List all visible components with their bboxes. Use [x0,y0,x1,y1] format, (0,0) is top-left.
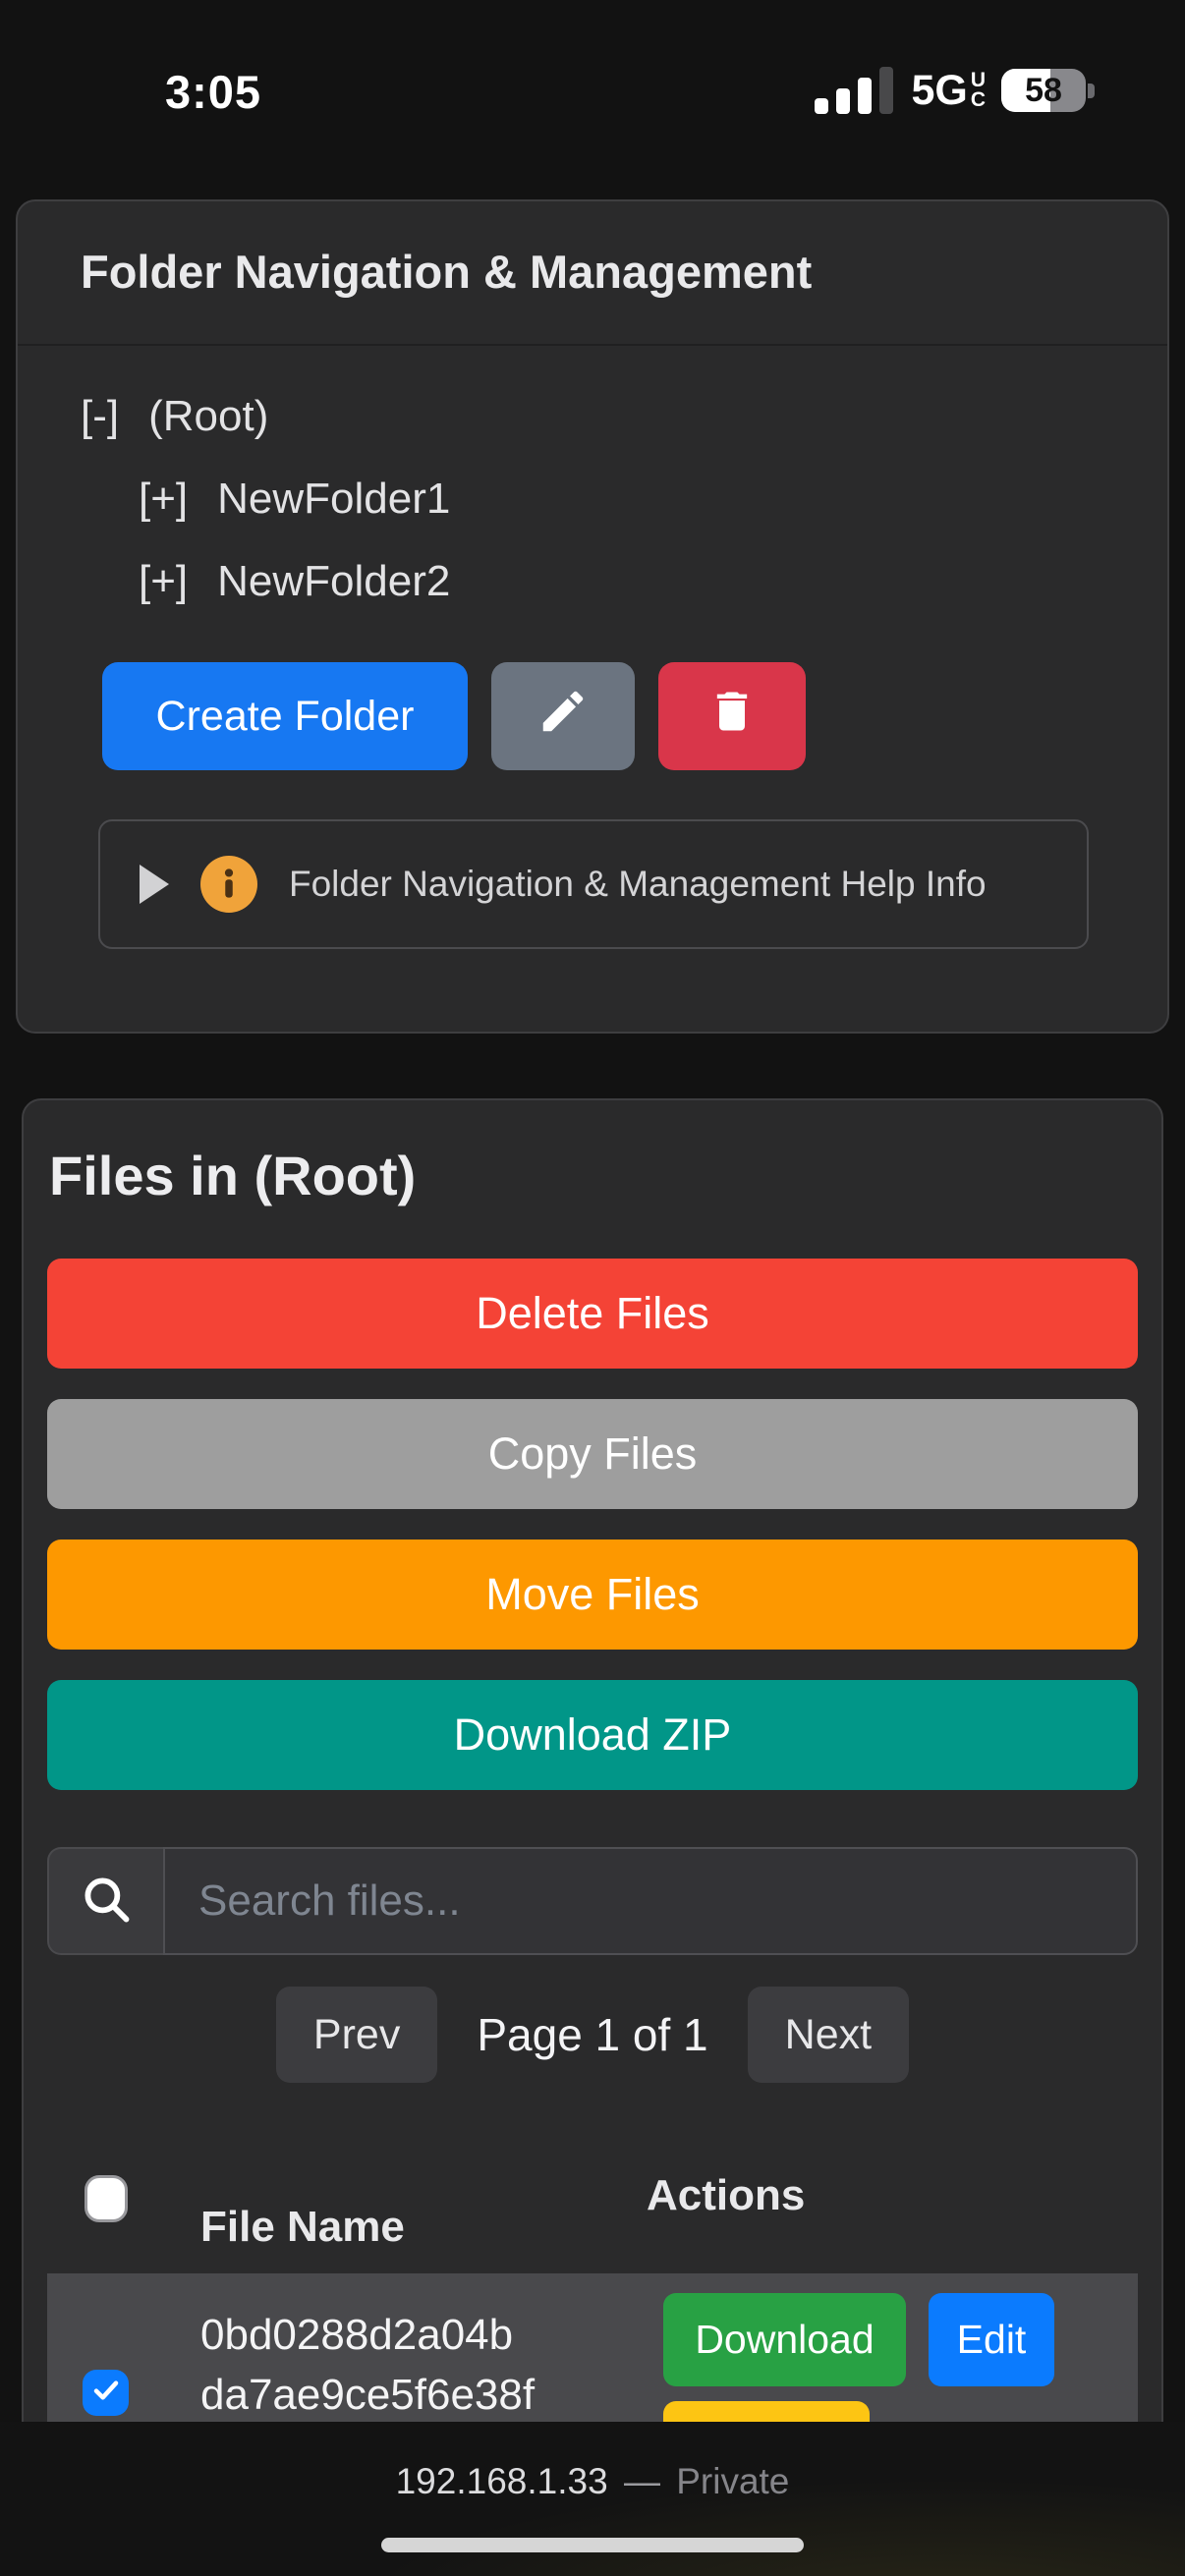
info-icon [200,856,257,913]
rename-folder-button[interactable] [491,662,635,770]
tree-item-newfolder1[interactable]: [+] NewFolder1 [139,458,1104,540]
pagination: Prev Page 1 of 1 Next [47,1987,1138,2083]
select-all-checkbox[interactable] [85,2175,128,2222]
separator-dash: — [624,2461,660,2501]
home-indicator[interactable] [381,2538,804,2552]
copy-files-button[interactable]: Copy Files [47,1399,1138,1509]
next-page-button[interactable]: Next [748,1987,909,2083]
prev-page-button[interactable]: Prev [276,1987,437,2083]
trash-icon [706,686,758,748]
files-card: Files in (Root) Delete Files Copy Files … [22,1098,1163,2574]
status-time: 3:05 [165,65,261,119]
browser-bottom-bar: 192.168.1.33 — Private [0,2422,1185,2576]
network-type-label: 5G [911,67,967,115]
folder-navigation-card: Folder Navigation & Management [-] (Root… [16,199,1169,1034]
tree-item-newfolder2[interactable]: [+] NewFolder2 [139,540,1104,623]
tree-toggle[interactable]: [+] [139,474,188,525]
triangle-right-icon[interactable] [140,865,169,904]
battery-cap [1088,84,1095,98]
tree-label[interactable]: (Root) [148,391,268,442]
tree-label[interactable]: NewFolder2 [217,556,450,607]
create-folder-button[interactable]: Create Folder [102,662,468,770]
tree-item-root[interactable]: [-] (Root) [81,375,1104,458]
page-indicator: Page 1 of 1 [477,2008,707,2061]
row-checkbox-checked[interactable] [83,2370,129,2416]
folder-action-buttons: Create Folder [102,662,1104,770]
folder-help-disclosure[interactable]: Folder Navigation & Management Help Info [98,819,1089,949]
search-icon [78,1871,135,1932]
help-summary-text[interactable]: Folder Navigation & Management Help Info [289,864,987,905]
search-input[interactable] [163,1847,1138,1955]
pencil-icon [536,685,590,749]
folder-card-body: [-] (Root) [+] NewFolder1 [+] NewFolder2… [18,346,1167,1032]
move-files-button[interactable]: Move Files [47,1540,1138,1650]
download-file-button[interactable]: Download [663,2293,906,2386]
battery-percent: 58 [1001,69,1086,112]
battery-icon: 58 [1001,69,1086,112]
status-indicators: 5G UC 58 [815,65,1095,116]
file-name-cell: 0bd0288d2a04b da7ae9ce5f6e38f [200,2305,535,2425]
checkmark-icon [90,2375,122,2411]
actions-column-header: Actions [647,2171,805,2220]
files-card-title: Files in (Root) [49,1144,1138,1207]
edit-file-button[interactable]: Edit [929,2293,1054,2386]
download-zip-button[interactable]: Download ZIP [47,1680,1138,1790]
search-addon [47,1847,163,1955]
site-host: 192.168.1.33 [396,2461,608,2501]
file-name-column-header: File Name [200,2203,405,2252]
folder-card-title: Folder Navigation & Management [18,201,1167,346]
address-bar[interactable]: 192.168.1.33 — Private [0,2461,1185,2502]
tree-label[interactable]: NewFolder1 [217,474,450,525]
cellular-signal-icon [815,67,893,114]
iphone-screen: 3:05 5G UC 58 Folder Navigation & Manage… [0,0,1185,2576]
tree-toggle[interactable]: [-] [81,391,119,442]
delete-folder-button[interactable] [658,662,806,770]
network-uc-badge: UC [971,71,986,110]
delete-files-button[interactable]: Delete Files [47,1259,1138,1369]
private-mode-label: Private [676,2461,789,2501]
tree-toggle[interactable]: [+] [139,556,188,607]
file-search [47,1847,1138,1955]
file-table-header: File Name Actions [47,2165,1138,2260]
